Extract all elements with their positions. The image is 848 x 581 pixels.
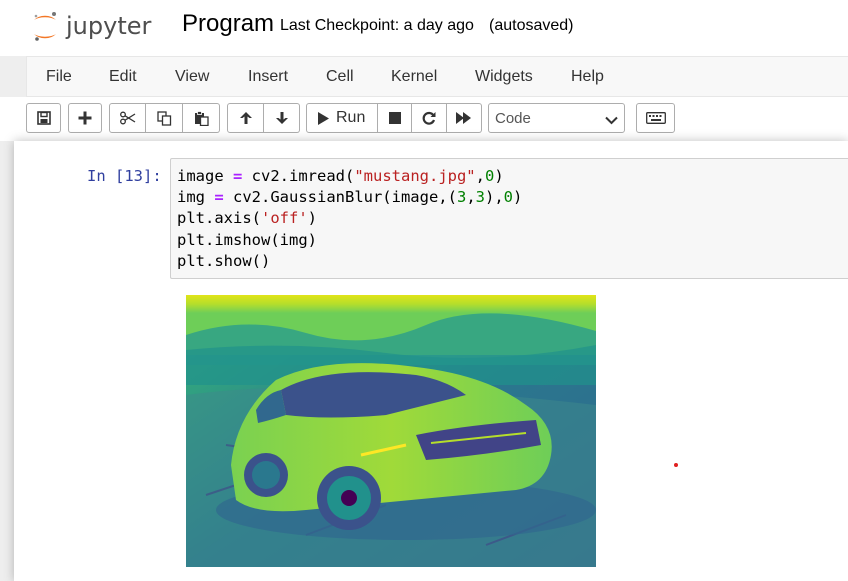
menu-view[interactable]: View [175,68,209,86]
cut-button[interactable] [109,103,146,133]
restart-run-all-button[interactable] [447,103,482,133]
jupyter-logo[interactable]: jupyter [30,8,165,44]
code-line: plt.axis('off') [177,209,318,227]
menu-widgets[interactable]: Widgets [475,68,533,86]
play-icon [318,111,329,125]
save-button[interactable] [26,103,61,133]
command-palette-button[interactable] [636,103,675,133]
move-down-button[interactable] [264,103,300,133]
run-label: Run [336,109,366,126]
input-prompt: In [13]: [87,167,162,185]
save-icon [36,111,51,125]
arrow-up-icon [239,111,253,125]
code-line: plt.imshow(img) [177,231,317,249]
code-line: img = cv2.GaussianBlur(image,(3,3),0) [177,188,523,206]
restart-icon [422,111,436,125]
logo-text: jupyter [65,12,151,40]
paste-icon [194,110,209,126]
checkpoint-status: Last Checkpoint: a day ago [280,17,474,34]
scissors-icon [119,111,136,125]
menu-bar: File Edit View Insert Cell Kernel Widget… [26,56,848,97]
stop-icon [388,112,401,124]
menu-cell[interactable]: Cell [326,68,354,86]
copy-icon [156,110,172,126]
insert-cell-button[interactable] [68,103,102,133]
menu-file[interactable]: File [46,68,72,86]
autosave-status: (autosaved) [489,17,574,34]
move-up-button[interactable] [227,103,264,133]
output-image [186,295,596,567]
menu-help[interactable]: Help [571,68,604,86]
restart-button[interactable] [412,103,447,133]
keyboard-icon [645,112,666,124]
plus-icon [78,111,92,125]
notebook-name[interactable]: Program [182,10,274,38]
interrupt-button[interactable] [378,103,412,133]
fast-forward-icon [456,112,472,124]
paste-button[interactable] [183,103,220,133]
code-line: image = cv2.imread("mustang.jpg",0) [177,167,504,185]
run-button[interactable]: Run [306,103,378,133]
menu-insert[interactable]: Insert [248,68,288,86]
menu-kernel[interactable]: Kernel [391,68,437,86]
arrow-down-icon [275,111,289,125]
chevron-down-icon [605,112,618,130]
header: jupyter Program Last Checkpoint: a day a… [0,0,848,56]
toolbar: Run [0,97,848,141]
cursor-dot [674,463,678,467]
code-line: plt.show() [177,252,271,270]
copy-button[interactable] [146,103,183,133]
menu-edit[interactable]: Edit [109,68,137,86]
